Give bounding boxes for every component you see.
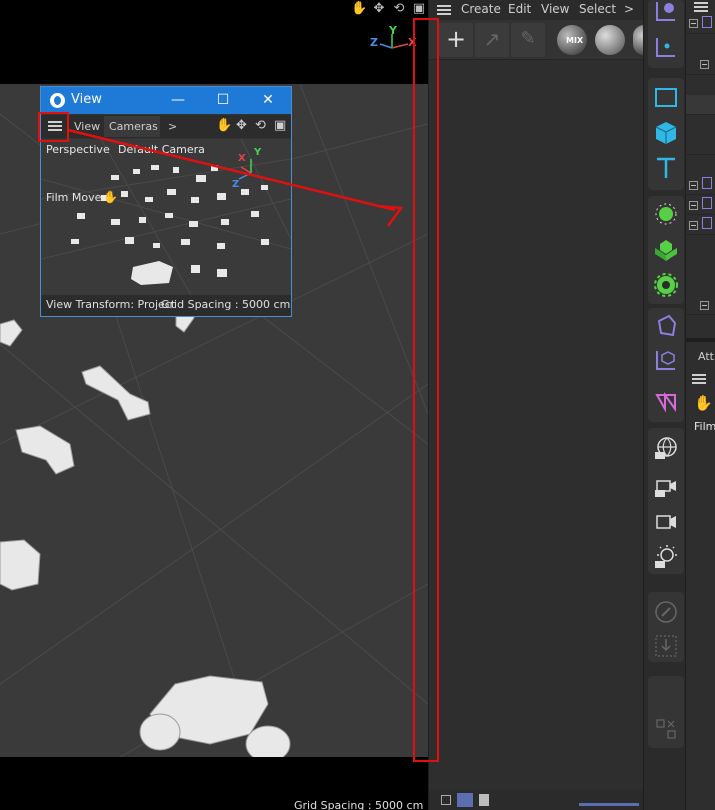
- view-window-title: View: [71, 92, 102, 107]
- minimize-button[interactable]: —: [168, 90, 188, 110]
- size-slider[interactable]: [579, 803, 639, 806]
- move-arrows-icon[interactable]: ✥: [236, 118, 247, 133]
- rectangle-selection-icon[interactable]: [649, 80, 683, 114]
- disabled-snap-icon[interactable]: [649, 712, 683, 746]
- tree-row[interactable]: [686, 195, 715, 215]
- rotate-icon[interactable]: ⟲: [391, 1, 407, 17]
- tree-row[interactable]: [686, 295, 715, 315]
- tree-row[interactable]: [686, 14, 715, 34]
- view-window-titlebar[interactable]: View — ☐ ✕: [41, 87, 291, 114]
- axis-y-label: Y: [389, 24, 397, 37]
- disabled-download-icon[interactable]: [649, 629, 683, 663]
- hand-icon: ✋: [103, 190, 118, 204]
- maximize-button[interactable]: ☐: [213, 90, 233, 110]
- maximize-view-icon[interactable]: ▣: [411, 1, 427, 17]
- tree-row[interactable]: [686, 175, 715, 195]
- mix-label: MIX: [566, 36, 584, 45]
- mesh-object: [81, 365, 151, 421]
- mesh-object: [0, 319, 23, 347]
- disabled-edit-icon[interactable]: [649, 595, 683, 629]
- environment-globe-icon[interactable]: [649, 431, 683, 465]
- material-sphere-icon[interactable]: [595, 25, 625, 55]
- tree-row[interactable]: [686, 215, 715, 235]
- object-attribute-panel: Attr ✋ Film: [685, 0, 715, 810]
- eyedropper-icon[interactable]: ✎: [511, 23, 545, 57]
- menu-view[interactable]: View: [74, 120, 100, 133]
- menu-edit[interactable]: Edit: [508, 2, 531, 16]
- material-bottombar: [429, 790, 644, 810]
- material-menubar: Create Edit View Select >: [429, 0, 644, 20]
- menu-view[interactable]: View: [541, 2, 569, 16]
- mini-axis-x-label: X: [238, 153, 246, 164]
- move-axis-icon[interactable]: [649, 30, 683, 64]
- hand-icon[interactable]: ✋: [351, 1, 367, 17]
- camera-icon[interactable]: [649, 505, 683, 539]
- move-arrows-icon[interactable]: ✥: [371, 1, 387, 17]
- material-toolbar: + ↗ ✎ MIX: [429, 20, 644, 60]
- material-manager-panel: Create Edit View Select > + ↗ ✎ MIX: [428, 0, 644, 810]
- tree-row[interactable]: [686, 55, 715, 75]
- cloner-icon[interactable]: [649, 233, 683, 267]
- camera-object-icon[interactable]: [649, 469, 683, 503]
- grid-spacing-readout: Grid Spacing : 5000 cm: [294, 799, 424, 810]
- attributes-tab[interactable]: Attr: [698, 350, 715, 363]
- grid-view-icon[interactable]: [457, 793, 473, 807]
- view-window[interactable]: View — ☐ ✕ View Cameras > ✋ ✥ ⟲ ▣ Perspe…: [40, 86, 292, 317]
- tree-row[interactable]: [686, 95, 715, 115]
- deformer-icon[interactable]: [649, 309, 683, 343]
- camera-menu[interactable]: Default Camera: [118, 143, 205, 156]
- menu-cameras[interactable]: Cameras: [109, 120, 158, 133]
- grid-spacing-status: Grid Spacing : 5000 cm: [161, 298, 291, 311]
- field-icon[interactable]: [649, 385, 683, 419]
- view-window-menubar: View Cameras > ✋ ✥ ⟲ ▣: [41, 115, 291, 138]
- mini-scene: [41, 139, 291, 295]
- projection-menu[interactable]: Perspective: [46, 143, 110, 156]
- add-icon[interactable]: +: [439, 23, 473, 57]
- mesh-object: [15, 425, 75, 475]
- menu-create[interactable]: Create: [461, 2, 501, 16]
- hand-icon[interactable]: ✋: [216, 118, 232, 133]
- hamburger-menu-icon[interactable]: [437, 5, 451, 15]
- null-object-icon[interactable]: [649, 343, 683, 377]
- menu-select[interactable]: Select: [579, 2, 616, 16]
- rotate-icon[interactable]: ⟲: [255, 118, 266, 133]
- axis-z-label: Z: [370, 36, 378, 49]
- maximize-view-icon[interactable]: ▣: [274, 118, 286, 133]
- generator-gear-icon[interactable]: [649, 268, 683, 302]
- mini-axis-y-label: Y: [254, 147, 262, 158]
- wheel-mesh: [139, 713, 181, 751]
- large-view-icon[interactable]: [479, 794, 489, 806]
- wheel-mesh: [245, 725, 291, 757]
- cinema4d-logo-icon: [50, 93, 65, 108]
- tree-row[interactable]: [686, 135, 715, 155]
- menu-more-chevron[interactable]: >: [168, 120, 177, 133]
- film-label: Film: [694, 420, 715, 433]
- spline-pen-icon[interactable]: [649, 197, 683, 231]
- viewport-nav-icons: ✋ ✥ ⟲ ▣: [351, 1, 427, 17]
- view-transform-status: View Transform: Project: [46, 298, 176, 311]
- mini-axis-z-label: Z: [232, 179, 240, 190]
- annotation-highlight-box: [413, 18, 439, 762]
- text-tool-icon[interactable]: [649, 151, 683, 185]
- menu-more-chevron[interactable]: >: [624, 2, 634, 16]
- film-move-label: Film Move: [46, 191, 102, 204]
- live-selection-icon[interactable]: [649, 0, 683, 28]
- annotation-highlight-box: [38, 112, 69, 142]
- panel-divider: [686, 338, 715, 342]
- arrow-icon[interactable]: ↗: [475, 23, 509, 57]
- hamburger-menu-icon[interactable]: [694, 2, 708, 12]
- mesh-object: [0, 539, 41, 591]
- command-palette-toolbar: [643, 0, 685, 810]
- view-window-viewport[interactable]: Perspective Default Camera Y X Z Film Mo…: [41, 139, 291, 295]
- close-button[interactable]: ✕: [258, 90, 278, 110]
- list-view-icon[interactable]: [441, 795, 451, 805]
- light-icon[interactable]: [649, 540, 683, 574]
- cube-icon[interactable]: [649, 116, 683, 150]
- view-window-statusbar: View Transform: Project Grid Spacing : 5…: [41, 295, 291, 316]
- hand-icon[interactable]: ✋: [694, 394, 713, 412]
- hamburger-menu-icon[interactable]: [692, 374, 706, 384]
